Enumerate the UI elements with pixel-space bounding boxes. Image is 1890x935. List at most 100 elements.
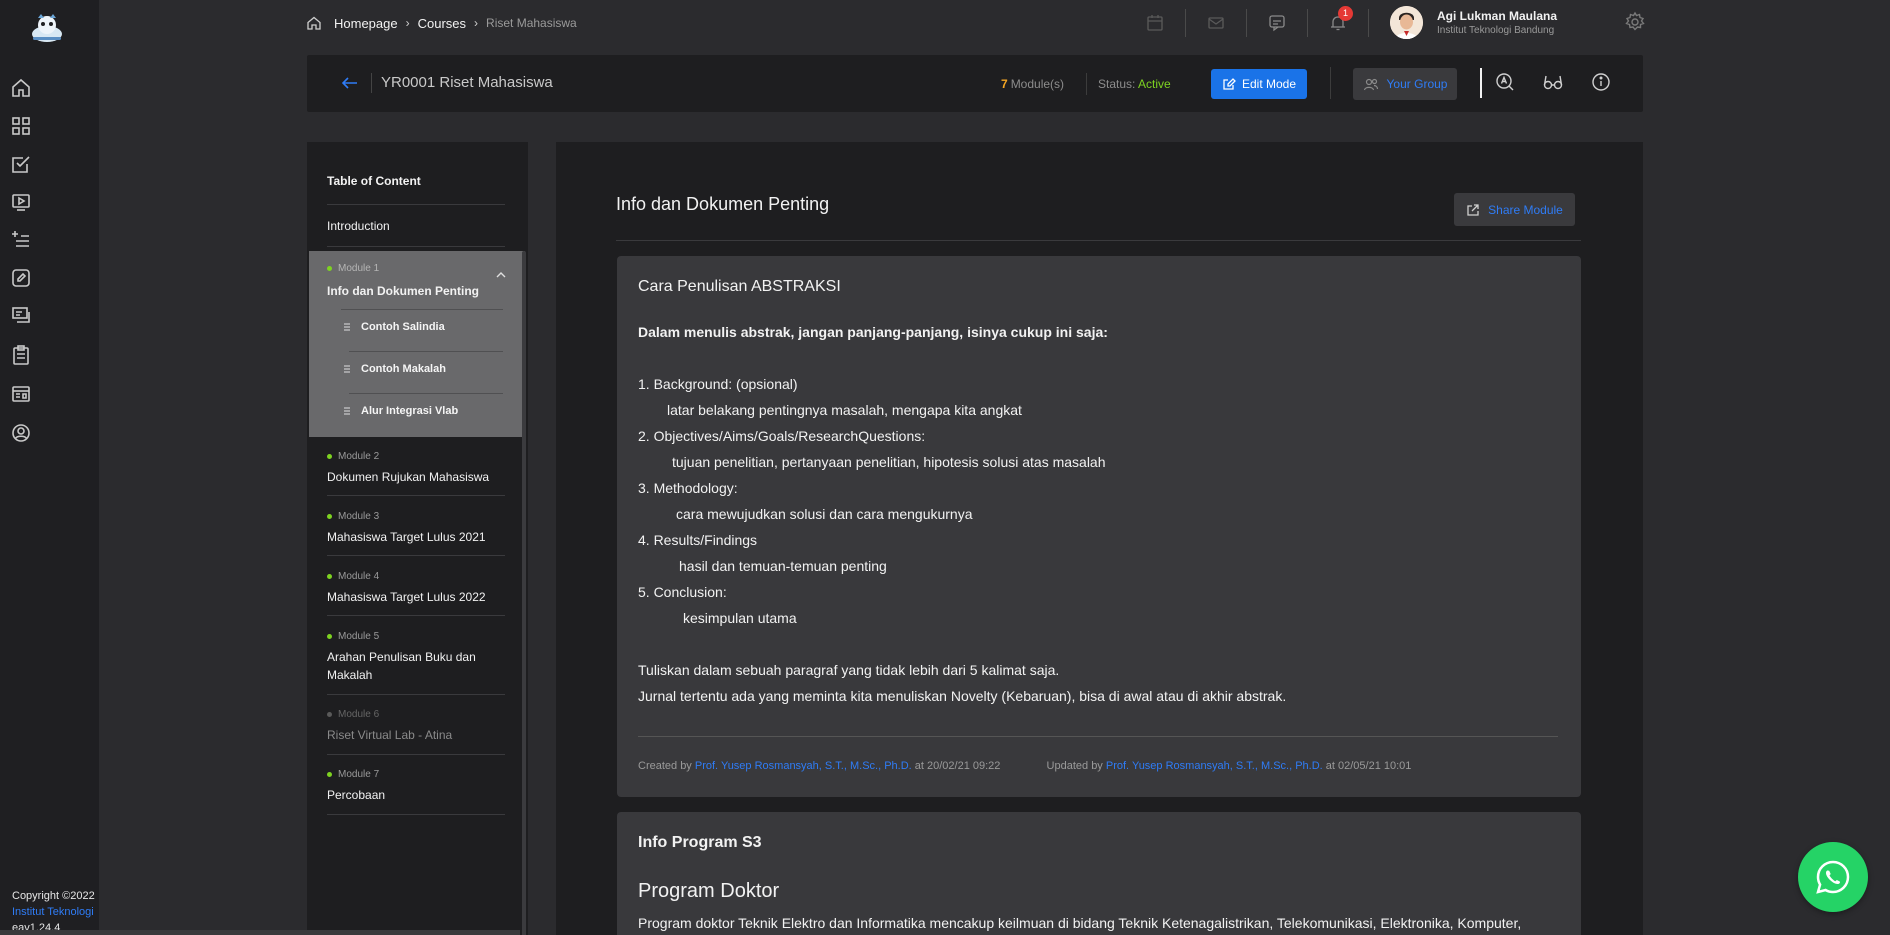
divider	[327, 814, 505, 815]
toc-module-2[interactable]: Dokumen Rujukan Mahasiswa	[327, 468, 497, 486]
divider	[638, 736, 1558, 737]
home-icon[interactable]	[10, 77, 32, 99]
abstract-step: 4. Results/Findings	[638, 532, 758, 548]
module-label-text: Module 5	[338, 631, 380, 642]
divider	[327, 204, 505, 205]
module-label: Module 7	[327, 769, 379, 780]
toc-subitem[interactable]: Contoh Makalah	[343, 363, 446, 375]
updated-by-link[interactable]: Prof. Yusep Rosmansyah, S.T., M.Sc., Ph.…	[1106, 760, 1323, 772]
toolbar-divider	[1368, 9, 1369, 37]
chevron-up-icon[interactable]	[495, 269, 507, 281]
whatsapp-icon	[1816, 860, 1850, 894]
mail-icon[interactable]	[1201, 8, 1231, 38]
closing-text: Jurnal tertentu ada yang meminta kita me…	[638, 688, 1287, 704]
breadcrumb-courses[interactable]: Courses	[418, 16, 466, 31]
dashboard-icon[interactable]	[10, 115, 32, 137]
profile-icon[interactable]	[10, 422, 32, 444]
divider	[327, 754, 505, 755]
share-icon	[1467, 203, 1479, 216]
left-rail: Copyright ©2022 Institut Teknologi eav1.…	[0, 0, 99, 935]
avatar[interactable]	[1390, 6, 1423, 39]
home-icon[interactable]	[306, 15, 322, 31]
gear-icon[interactable]	[1624, 11, 1646, 33]
user-name: Agi Lukman Maulana	[1437, 9, 1558, 23]
divider	[349, 393, 503, 394]
bell-icon[interactable]: 1	[1323, 6, 1353, 38]
divider	[327, 495, 505, 496]
info-icon[interactable]	[1590, 71, 1612, 93]
subitem-label: Contoh Makalah	[361, 363, 446, 375]
whatsapp-button[interactable]	[1798, 842, 1868, 912]
calendar-icon[interactable]	[1140, 8, 1170, 38]
toc-item-introduction[interactable]: Introduction	[327, 219, 390, 233]
breadcrumb-homepage[interactable]: Homepage	[334, 16, 398, 31]
card-title: Info Program S3	[638, 834, 762, 851]
toc-module-4[interactable]: Mahasiswa Target Lulus 2022	[327, 588, 497, 606]
abstract-step-detail: hasil dan temuan-temuan penting	[679, 558, 887, 574]
back-arrow-icon[interactable]	[339, 73, 361, 93]
toolbar-divider	[1185, 9, 1186, 37]
toc-scrollbar[interactable]	[522, 251, 526, 935]
notification-badge: 1	[1338, 6, 1353, 21]
abstract-step-detail: kesimpulan utama	[683, 610, 797, 626]
group-icon	[1363, 78, 1378, 91]
card-meta: Created by Prof. Yusep Rosmansyah, S.T.,…	[638, 760, 1411, 772]
updated-at: at 02/05/21 10:01	[1325, 760, 1412, 772]
divider	[327, 246, 505, 247]
module-label: Module 3	[327, 511, 379, 522]
your-group-label: Your Group	[1386, 77, 1448, 91]
abstract-step: 3. Methodology:	[638, 480, 738, 496]
created-at: at 20/02/21 09:22	[914, 760, 1001, 772]
glasses-icon[interactable]	[1542, 71, 1564, 93]
forum-icon[interactable]	[10, 305, 32, 327]
toc-module-1-active[interactable]: Module 1 Info dan Dokumen Penting Contoh…	[309, 251, 525, 437]
toc-subitem[interactable]: Contoh Salindia	[343, 321, 445, 333]
clipboard-icon[interactable]	[10, 344, 32, 366]
badge-search-icon[interactable]	[1494, 71, 1516, 93]
toc-module-3[interactable]: Mahasiswa Target Lulus 2021	[327, 528, 497, 546]
divider	[1086, 73, 1087, 95]
share-module-label: Share Module	[1488, 202, 1563, 217]
card-paragraph: Program doktor Teknik Elektro dan Inform…	[638, 915, 1522, 931]
your-group-button[interactable]: Your Group	[1353, 68, 1457, 100]
divider	[341, 309, 503, 310]
add-list-icon[interactable]	[10, 229, 32, 251]
chat-icon[interactable]	[1262, 8, 1292, 38]
tasks-icon[interactable]	[10, 153, 32, 175]
module-label: Module 5	[327, 631, 379, 642]
divider	[327, 694, 505, 695]
abstract-step: 5. Conclusion:	[638, 584, 727, 600]
toc-module-7[interactable]: Percobaan	[327, 786, 497, 804]
toc-module-6[interactable]: Riset Virtual Lab - Atina	[327, 726, 497, 744]
course-title: YR0001 Riset Mahasiswa	[381, 74, 553, 91]
module-label: Module 6	[327, 709, 379, 720]
app-logo-icon[interactable]	[28, 10, 66, 46]
divider	[327, 555, 505, 556]
video-class-icon[interactable]	[10, 191, 32, 213]
content-card: Info Program S3 Program Doktor Program d…	[617, 812, 1581, 935]
divider	[349, 351, 503, 352]
institution-link[interactable]: Institut Teknologi	[12, 904, 95, 920]
toc-module-5[interactable]: Arahan Penulisan Buku dan Makalah	[327, 648, 497, 684]
user-menu[interactable]: Agi Lukman Maulana Institut Teknologi Ba…	[1390, 6, 1557, 39]
created-prefix: Created by	[638, 760, 692, 772]
created-by-link[interactable]: Prof. Yusep Rosmansyah, S.T., M.Sc., Ph.…	[695, 760, 912, 772]
card-title: Cara Penulisan ABSTRAKSI	[638, 278, 841, 295]
bottom-strip	[0, 930, 520, 935]
toolbar-divider	[1246, 9, 1247, 37]
module-title: Info dan Dokumen Penting	[616, 194, 830, 214]
module-label-text: Module 1	[338, 263, 380, 274]
status-badge: Active	[1138, 77, 1171, 91]
card-intro: Dalam menulis abstrak, jangan panjang-pa…	[638, 324, 1108, 340]
edit-mode-button[interactable]: Edit Mode	[1211, 69, 1307, 99]
abstract-step: 2. Objectives/Aims/Goals/ResearchQuestio…	[638, 428, 926, 444]
status-dot	[327, 712, 332, 717]
toc-subitem[interactable]: Alur Integrasi Vlab	[343, 405, 458, 417]
status-label: Status:	[1098, 77, 1136, 91]
calendar-card-icon[interactable]	[10, 383, 32, 405]
table-of-content: Table of Content Introduction Module 1 I…	[307, 142, 528, 935]
edit-icon[interactable]	[10, 267, 32, 289]
updated-prefix: Updated by	[1046, 760, 1103, 772]
share-module-button[interactable]: Share Module	[1454, 193, 1575, 226]
